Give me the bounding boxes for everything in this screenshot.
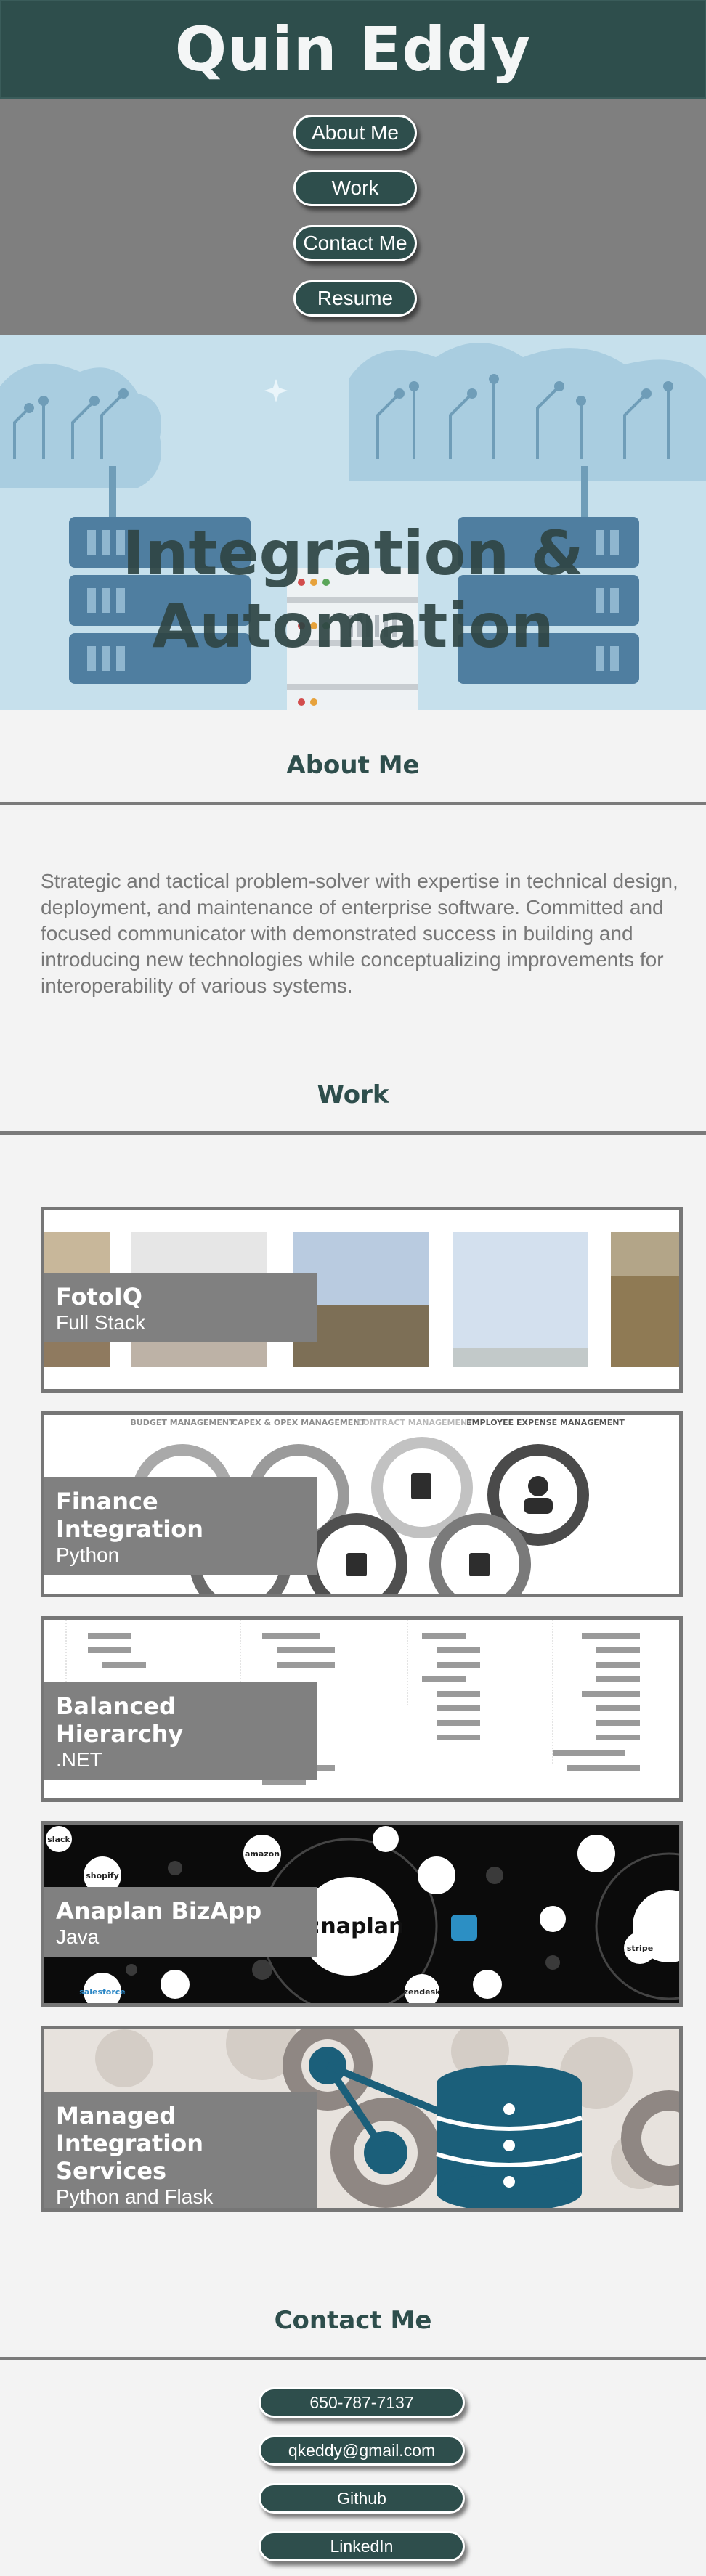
finance-integration-label: Finance Integration Python [44, 1477, 317, 1575]
project-title: Managed Integration Services [56, 2102, 306, 2185]
project-card-anaplan-bizapp[interactable]: slack amazon shopify salesforce stripe z… [41, 1821, 683, 2007]
hero-banner: Integration & Automation [0, 335, 706, 710]
project-title: FotoIQ [56, 1283, 142, 1311]
site-header: Quin Eddy [0, 0, 706, 99]
contact-github-button[interactable]: Github [259, 2483, 465, 2514]
contact-heading: Contact Me [274, 2306, 432, 2335]
project-card-fotoiq[interactable]: FotoIQ Full Stack [41, 1207, 683, 1393]
project-title-line1: Managed [56, 2102, 176, 2129]
finance-label-budget: BUDGET MANAGEMENT [130, 1418, 235, 1427]
nav-work-button[interactable]: Work [293, 170, 417, 206]
work-divider [0, 1131, 706, 1135]
anaplan-logo-zendesk: zendesk [404, 1987, 442, 1997]
project-title: Balanced Hierarchy [56, 1692, 184, 1748]
project-card-balanced-hierarchy[interactable]: Balanced Hierarchy .NET [41, 1616, 683, 1802]
finance-label-capex: CAPEX & OPEX MANAGEMENT [232, 1418, 366, 1427]
anaplan-logo-shopify: shopify [86, 1871, 119, 1880]
managed-integration-services-label: Managed Integration Services Python and … [44, 2092, 317, 2208]
nav-contact-button[interactable]: Contact Me [293, 225, 417, 261]
work-heading: Work [317, 1080, 389, 1109]
project-title-line2: Integration Services [56, 2129, 203, 2185]
project-subtitle: Python and Flask [56, 2185, 214, 2208]
anaplan-bizapp-label: Anaplan BizApp Java [44, 1887, 317, 1957]
nav-about-button[interactable]: About Me [293, 115, 417, 151]
contact-linkedin-button[interactable]: LinkedIn [259, 2531, 465, 2561]
project-subtitle: Full Stack [56, 1311, 145, 1334]
finance-label-contract: CONTRACT MANAGEMENT [357, 1418, 473, 1427]
project-subtitle: .NET [56, 1748, 102, 1771]
project-card-managed-integration-services[interactable]: Managed Integration Services Python and … [41, 2026, 683, 2212]
site-title: Quin Eddy [174, 14, 532, 85]
project-title: Anaplan BizApp [56, 1897, 262, 1925]
fotoiq-label: FotoIQ Full Stack [44, 1273, 317, 1342]
project-card-finance-integration[interactable]: BUDGET MANAGEMENT CAPEX & OPEX MANAGEMEN… [41, 1411, 683, 1597]
contact-phone-button[interactable]: 650-787-7137 [259, 2387, 465, 2418]
project-subtitle: Java [56, 1925, 100, 1948]
hero-title: Integration & Automation [0, 517, 706, 662]
balanced-hierarchy-label: Balanced Hierarchy .NET [44, 1682, 317, 1780]
project-subtitle: Python [56, 1544, 120, 1566]
hero-title-line2: Automation [152, 590, 554, 661]
contact-email-button[interactable]: qkeddy@gmail.com [259, 2435, 465, 2466]
contact-divider [0, 2357, 706, 2360]
main-nav: About Me Work Contact Me Resume [0, 99, 706, 335]
about-divider [0, 802, 706, 805]
project-title: Finance Integration [56, 1488, 203, 1543]
finance-label-employee-expense: EMPLOYEE EXPENSE MANAGEMENT [466, 1418, 625, 1427]
about-text: Strategic and tactical problem-solver wi… [41, 870, 678, 997]
anaplan-logo-stripe: stripe [627, 1944, 653, 1953]
anaplan-logo-salesforce: salesforce [79, 1987, 126, 1997]
hero-title-line1: Integration & [122, 518, 584, 589]
nav-resume-button[interactable]: Resume [293, 280, 417, 317]
anaplan-logo-slack: slack [47, 1835, 70, 1844]
anaplan-logo-amazon: amazon [245, 1849, 280, 1859]
about-heading: About Me [286, 751, 420, 780]
